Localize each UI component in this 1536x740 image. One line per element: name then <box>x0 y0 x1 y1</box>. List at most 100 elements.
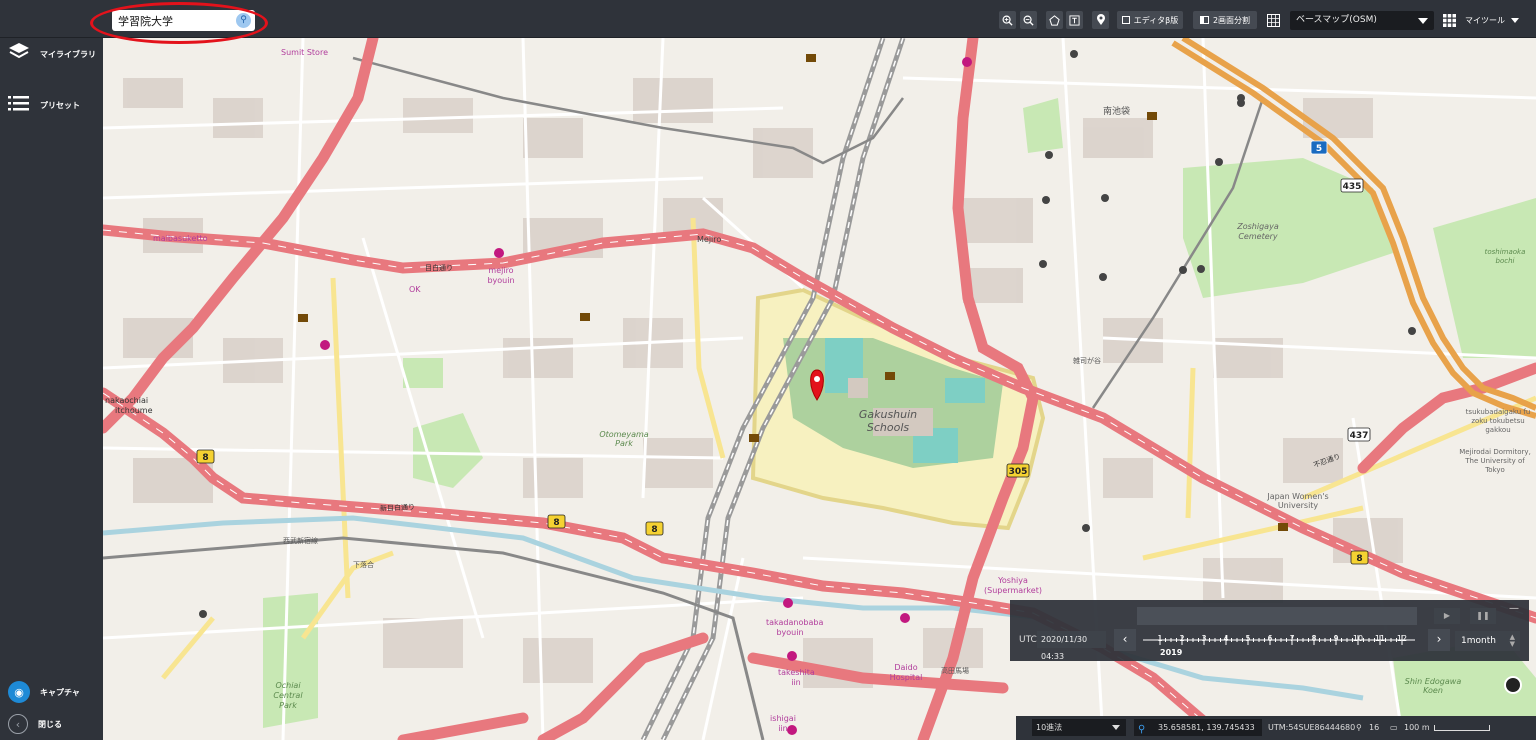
timeline-month-label: 4 <box>1223 634 1229 643</box>
pentagon-icon[interactable] <box>1046 11 1063 29</box>
close-panel-button[interactable]: ‹ 閉じる <box>8 711 62 737</box>
zoom-level: 16 <box>1369 723 1380 732</box>
map-label: 南池袋 <box>1103 107 1131 117</box>
latlon-field[interactable]: ⚲ 35.658581, 139.745433 <box>1134 719 1262 736</box>
map-label: mejiro byouin <box>487 266 515 285</box>
map-label: nakaochiai <box>105 396 149 405</box>
list-icon <box>8 95 30 115</box>
map-label: takadanobaba byouin <box>766 618 824 637</box>
timeline-month-label: 12 <box>1396 634 1408 643</box>
svg-text:8: 8 <box>1356 554 1362 564</box>
basemap-select[interactable]: ベースマップ(OSM) <box>1290 11 1434 30</box>
timeline-month-label: 10 <box>1352 634 1364 643</box>
chevron-down-icon <box>1511 17 1519 23</box>
svg-text:8: 8 <box>553 518 559 528</box>
left-sidebar: マイライブラリ プリセット ◉ キャプチャ ‹ 閉じる <box>0 38 103 740</box>
timeline-scale[interactable]: 1 2 3 4 5 6 7 8 9 10 11 12 2019 <box>1143 628 1418 657</box>
grid-toggle-icon[interactable] <box>1265 11 1282 29</box>
map-label: OK <box>409 285 421 294</box>
map-label: Japan Women's University <box>1267 492 1329 510</box>
split-screen-button[interactable]: 2画面分割 <box>1193 11 1257 29</box>
timeline-month-label: 1 <box>1157 634 1163 643</box>
timeline-month-label: 2 <box>1179 634 1185 643</box>
timeline-year: 2019 <box>1160 648 1183 657</box>
timeline-month-label: 7 <box>1289 634 1295 643</box>
chevron-down-icon <box>1112 725 1120 730</box>
map-label: takeshita iin <box>778 668 815 687</box>
map-label: 雑司が谷 <box>1073 357 1101 365</box>
map-label: 西武新宿線 <box>283 537 318 545</box>
editor-beta-button[interactable]: エディタβ版 <box>1117 11 1183 29</box>
map-label: Mejiro <box>697 235 722 244</box>
svg-text:435: 435 <box>1343 182 1362 192</box>
split-screen-icon <box>1199 16 1209 24</box>
datetime-field[interactable]: 2020/11/30 04:33 <box>1037 631 1106 661</box>
timeline-month-label: 8 <box>1311 634 1317 643</box>
map-label: itchoume <box>115 406 153 415</box>
map-label: tsukubadaigaku fu zoku tokubetsu gakkou <box>1465 408 1531 434</box>
map-label: Daido Hospital <box>889 663 923 682</box>
svg-text:8: 8 <box>651 525 657 535</box>
search-box: ⚲ <box>112 10 255 31</box>
timeline-month-label: 9 <box>1333 634 1339 643</box>
zoom-in-icon[interactable] <box>999 11 1016 29</box>
map-label: ishigai iin <box>770 714 796 733</box>
zoom-out-icon[interactable] <box>1020 11 1037 29</box>
svg-text:437: 437 <box>1350 431 1369 441</box>
scale-readout: 100 m <box>1404 723 1430 732</box>
timeline-month-label: 3 <box>1201 634 1207 643</box>
app-window: 8 8 8 8 305 435 437 5 Sumit Store 南池袋 Zo… <box>0 0 1536 740</box>
layers-icon <box>8 42 30 66</box>
capture-button[interactable]: ◉ キャプチャ <box>8 679 80 705</box>
my-tools-menu[interactable]: マイツール <box>1461 11 1523 29</box>
timeline-progress-track[interactable] <box>1137 607 1417 625</box>
map-label: Shin Edogawa Koen <box>1404 677 1462 695</box>
coord-system-select[interactable]: 10進法 <box>1032 719 1126 736</box>
play-icon[interactable]: ▶ <box>1434 608 1460 624</box>
compass-icon[interactable] <box>1504 676 1522 694</box>
map-pin-icon[interactable] <box>1092 11 1109 29</box>
svg-text:5: 5 <box>1316 144 1322 154</box>
map-label: Gakushuin Schools <box>858 408 918 434</box>
timeline-panel: ▶ ❚❚ — UTC 2020/11/30 04:33 ‹ 1234567891… <box>1010 600 1529 661</box>
timeline-month-label: 11 <box>1374 634 1386 643</box>
minimize-icon[interactable]: — <box>1509 604 1519 615</box>
timeline-month-label: 5 <box>1245 634 1251 643</box>
map-label: Zoshigaya Cemetery <box>1237 222 1279 241</box>
map-label: 新目白通り <box>379 503 416 513</box>
timeline-month-label: 6 <box>1267 634 1273 643</box>
chevron-down-icon <box>1418 18 1428 24</box>
utc-label: UTC <box>1019 635 1037 645</box>
map-label: Mejirodai Dormitory, The University of T… <box>1459 448 1531 474</box>
apps-grid-icon[interactable] <box>1442 11 1456 29</box>
status-bar: 10進法 ⚲ 35.658581, 139.745433 UTM:54SUE86… <box>1016 716 1536 740</box>
chevron-right-icon[interactable]: › <box>1428 629 1450 651</box>
sidebar-item-my-library[interactable]: マイライブラリ <box>8 41 96 67</box>
chevron-left-icon: ‹ <box>8 714 28 734</box>
editor-icon <box>1121 16 1130 24</box>
chevron-left-icon[interactable]: ‹ <box>1114 629 1136 651</box>
scale-bar <box>1434 725 1490 731</box>
top-toolbar: ⚲ エディタβ版 2画面分割 ベースマップ(OSM) <box>0 0 1536 44</box>
spinner-icon: ▲ ▼ <box>1509 633 1515 648</box>
map-label: 目白通り <box>425 264 453 272</box>
zoom-icon: ⚲ <box>1356 723 1362 732</box>
map-label: Yoshiya (Supermarket) <box>984 576 1042 595</box>
search-icon: ⚲ <box>1138 724 1146 735</box>
map-label: toshimaoka bochi <box>1484 248 1526 265</box>
map-label: maibasuketto <box>153 234 208 243</box>
map-label: 高田馬場 <box>941 667 969 675</box>
map-label: Otomeyama Park <box>599 430 649 448</box>
search-icon[interactable]: ⚲ <box>236 13 251 28</box>
text-icon[interactable] <box>1066 11 1083 29</box>
ruler-icon: ▭ <box>1390 723 1398 732</box>
pause-icon[interactable]: ❚❚ <box>1470 608 1496 624</box>
svg-text:8: 8 <box>202 453 208 463</box>
map-label: Ochiai Central Park <box>273 681 303 710</box>
period-select[interactable]: 1month ▲ ▼ <box>1455 631 1520 651</box>
map-label: Sumit Store <box>281 48 328 57</box>
utm-readout: UTM:54SUE86444680 <box>1268 723 1356 732</box>
svg-text:305: 305 <box>1009 467 1028 477</box>
sidebar-item-presets[interactable]: プリセット <box>8 92 80 118</box>
search-input[interactable] <box>112 10 236 31</box>
